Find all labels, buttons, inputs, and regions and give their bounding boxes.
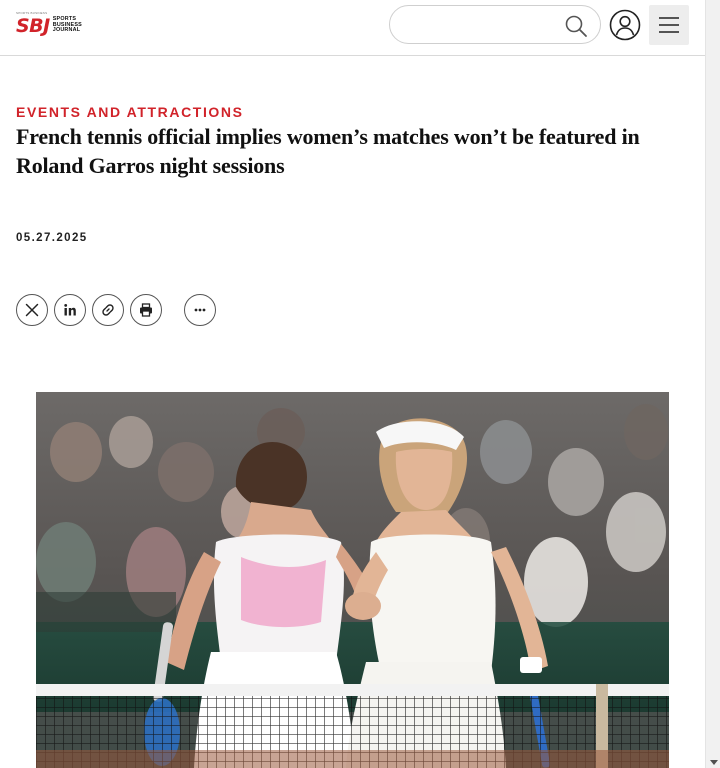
menu-button[interactable] [649, 5, 689, 45]
search-icon[interactable] [564, 14, 588, 38]
more-share-button[interactable] [184, 294, 216, 326]
logo-line-journal: JOURNAL [52, 27, 81, 34]
x-icon [25, 303, 39, 317]
page-viewport: SPORTS BUSINESS SBJ SPORTS BUSINESS JOUR… [0, 0, 705, 768]
print-icon [140, 303, 152, 317]
sbj-logo[interactable]: SPORTS BUSINESS SBJ SPORTS BUSINESS JOUR… [16, 11, 82, 37]
menu-icon [659, 17, 679, 33]
print-button[interactable] [130, 294, 162, 326]
logo-wordmark: SPORTS BUSINESS JOURNAL [53, 17, 82, 36]
article-hero-image [36, 392, 669, 768]
share-copy-link-button[interactable] [92, 294, 124, 326]
more-icon [194, 308, 206, 312]
scroll-down-arrow-icon[interactable] [710, 760, 718, 765]
share-linkedin-button[interactable] [54, 294, 86, 326]
logo-mark: SBJ [16, 15, 50, 37]
article-headline: French tennis official implies women’s m… [16, 124, 640, 178]
share-x-button[interactable] [16, 294, 48, 326]
vertical-scrollbar[interactable] [705, 0, 720, 768]
linkedin-icon [64, 304, 76, 316]
user-icon[interactable] [609, 9, 641, 41]
search-box[interactable] [389, 5, 601, 44]
article-category[interactable]: EVENTS AND ATTRACTIONS [16, 104, 244, 120]
logo-tagline: SPORTS BUSINESS [16, 11, 48, 15]
tennis-handshake-photo [36, 392, 669, 768]
search-input[interactable] [404, 14, 554, 36]
link-icon [102, 304, 114, 316]
site-header: SPORTS BUSINESS SBJ SPORTS BUSINESS JOUR… [0, 0, 705, 56]
article-date: 05.27.2025 [16, 232, 88, 244]
